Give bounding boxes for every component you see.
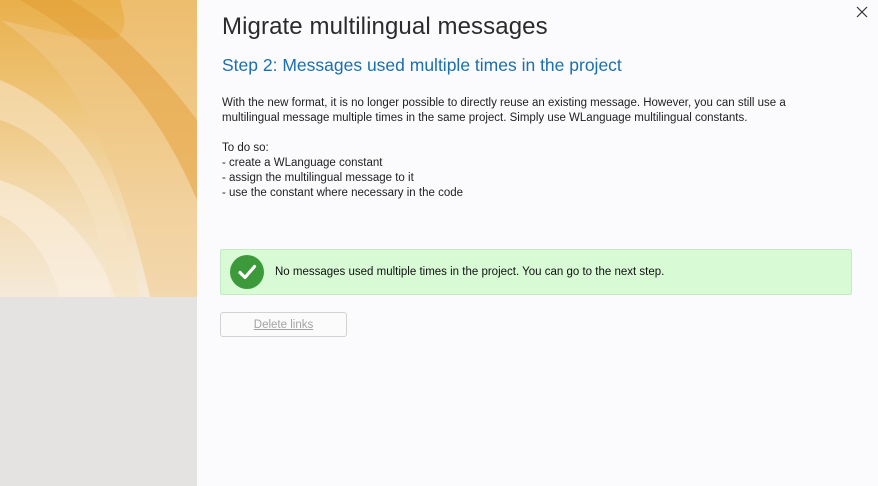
todo-item: - use the constant where necessary in th… [222,187,464,199]
delete-links-label: Delete links [253,318,314,331]
todo-intro: To do so: [222,142,269,154]
decorative-swirl-graphic [0,0,197,297]
check-circle-icon [230,255,264,289]
description-paragraph: With the new format, it is no longer pos… [222,97,786,124]
status-message: No messages used multiple times in the p… [275,266,665,278]
status-banner: No messages used multiple times in the p… [220,249,852,295]
dialog-title: Migrate multilingual messages [222,13,548,40]
close-icon[interactable] [852,2,872,22]
side-panel [0,0,197,486]
step-description: With the new format, it is no longer pos… [222,96,842,201]
step-heading: Step 2: Messages used multiple times in … [222,55,622,75]
todo-item: - create a WLanguage constant [222,157,383,169]
dialog-content: Migrate multilingual messages Step 2: Me… [197,0,878,486]
decorative-banner-image [0,0,197,297]
todo-list: To do so: - create a WLanguage constant … [222,141,842,201]
delete-links-button[interactable]: Delete links [220,312,347,337]
todo-item: - assign the multilingual message to it [222,172,414,184]
